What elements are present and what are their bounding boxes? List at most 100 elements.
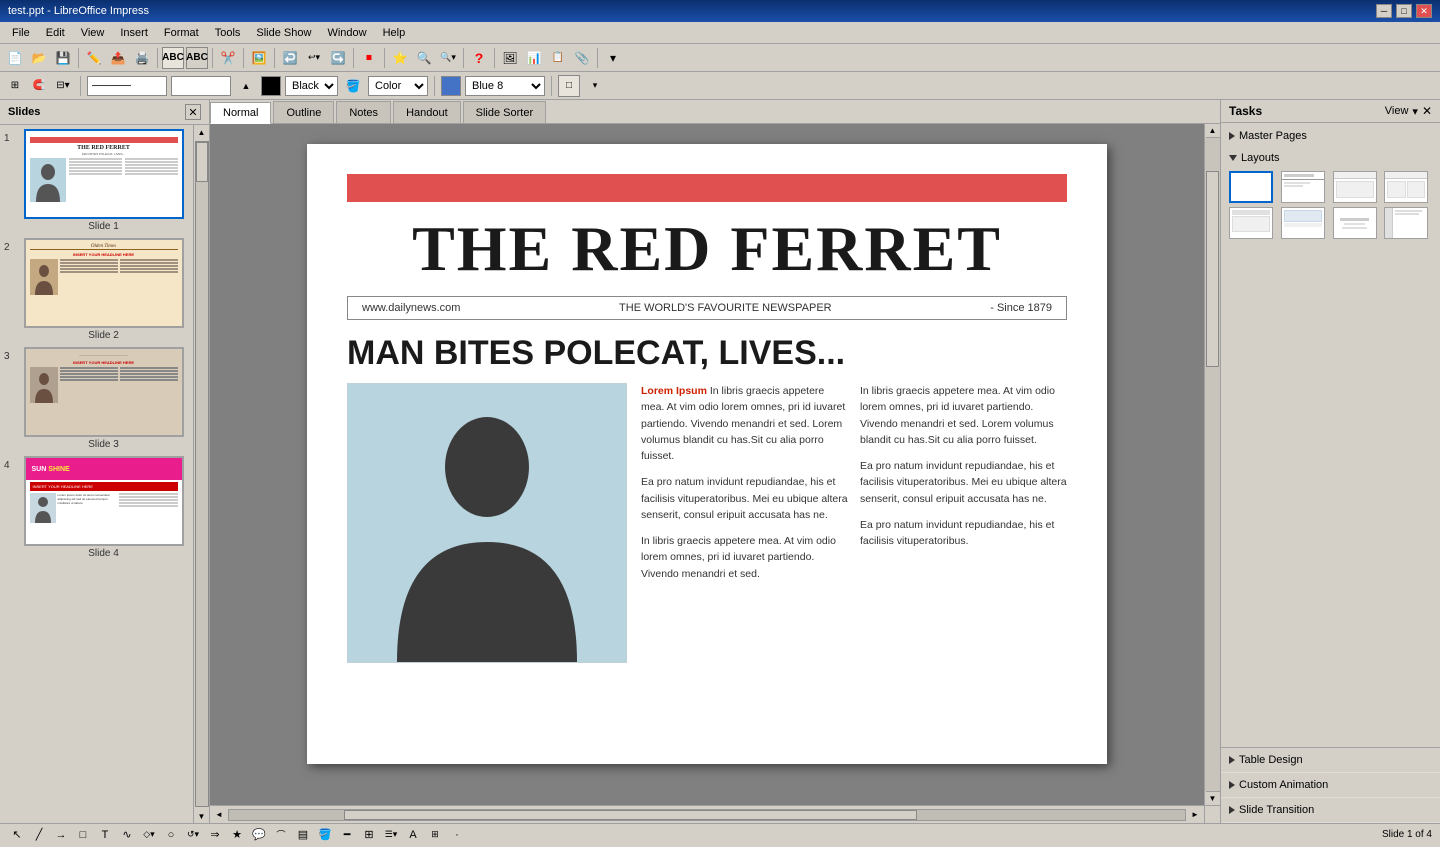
status-star-tool[interactable]: ★	[228, 826, 246, 844]
tb-img1[interactable]: 🖼	[499, 47, 521, 69]
line-style-input[interactable]	[87, 76, 167, 96]
tb-img3[interactable]: 📋	[547, 47, 569, 69]
status-flow-tool[interactable]: ↺▾	[184, 826, 202, 844]
tb-open[interactable]: 📂	[28, 47, 50, 69]
tb-insert-img[interactable]: 🖼️	[248, 47, 270, 69]
slides-panel-close[interactable]: ✕	[185, 104, 201, 120]
tab-handout[interactable]: Handout	[393, 101, 461, 123]
layout-centered-text[interactable]	[1333, 207, 1377, 239]
tb-undo[interactable]: ↩️	[279, 47, 301, 69]
tb-cut[interactable]: ✂️	[217, 47, 239, 69]
menu-view[interactable]: View	[73, 25, 113, 41]
status-curve-tool[interactable]: ∿	[118, 826, 136, 844]
status-shapes-tool[interactable]: ◇▾	[140, 826, 158, 844]
hscroll-thumb[interactable]	[344, 810, 918, 820]
scroll-up-btn[interactable]: ▲	[195, 125, 209, 139]
tb-search[interactable]: 🔍	[413, 47, 435, 69]
status-points[interactable]: ·	[448, 826, 466, 844]
menu-edit[interactable]: Edit	[38, 25, 73, 41]
tb-undo2[interactable]: ↩▾	[303, 47, 325, 69]
layout-two-col[interactable]	[1384, 171, 1428, 203]
status-block-arrow[interactable]: ⇒	[206, 826, 224, 844]
tb-img2[interactable]: 📊	[523, 47, 545, 69]
status-text-tool[interactable]: T	[96, 826, 114, 844]
status-connector-tool[interactable]: ⌒	[272, 826, 290, 844]
status-insert-table[interactable]: ⊞	[426, 826, 444, 844]
tab-slide-sorter[interactable]: Slide Sorter	[463, 101, 546, 123]
status-callout-tool[interactable]: 💬	[250, 826, 268, 844]
tb-new[interactable]: 📄	[4, 47, 26, 69]
vscroll-up[interactable]: ▲	[1206, 124, 1220, 138]
tasks-close-btn[interactable]: ✕	[1422, 104, 1432, 118]
menu-tools[interactable]: Tools	[207, 25, 249, 41]
layout-vertical-title[interactable]	[1384, 207, 1428, 239]
measurement-up[interactable]: ▲	[235, 75, 257, 97]
scroll-down-btn[interactable]: ▼	[195, 809, 209, 823]
status-fill-tool[interactable]: 🪣	[316, 826, 334, 844]
tb-redo[interactable]: ↪️	[327, 47, 349, 69]
snap-btn3[interactable]: ⊟▾	[52, 75, 74, 97]
status-ellipse-tool[interactable]: ○	[162, 826, 180, 844]
snap-btn2[interactable]: 🧲	[28, 75, 50, 97]
layout-img-caption[interactable]	[1281, 207, 1325, 239]
slide-transition-item[interactable]: Slide Transition	[1221, 798, 1440, 823]
shadow-dropdown[interactable]: ▾	[584, 75, 606, 97]
shadow-btn[interactable]: □	[558, 75, 580, 97]
hscroll-right[interactable]: ►	[1188, 808, 1202, 822]
custom-animation-item[interactable]: Custom Animation	[1221, 773, 1440, 798]
menu-format[interactable]: Format	[156, 25, 207, 41]
tb-print[interactable]: 🖨️	[131, 47, 153, 69]
layout-blank[interactable]	[1229, 171, 1273, 203]
menu-help[interactable]: Help	[375, 25, 414, 41]
snap-btn[interactable]: ⊞	[4, 75, 26, 97]
vscroll-down[interactable]: ▼	[1206, 791, 1220, 805]
status-rect-tool[interactable]: □	[74, 826, 92, 844]
status-fontwork[interactable]: A	[404, 826, 422, 844]
layouts-header[interactable]: Layouts	[1225, 149, 1436, 167]
menu-file[interactable]: File	[4, 25, 38, 41]
tb-save[interactable]: 💾	[52, 47, 74, 69]
close-button[interactable]: ✕	[1416, 4, 1432, 18]
tb-edit[interactable]: ✏️	[83, 47, 105, 69]
vscroll-thumb[interactable]	[1206, 171, 1219, 367]
layout-title-body[interactable]	[1229, 207, 1273, 239]
layout-title-top[interactable]	[1281, 171, 1325, 203]
tb-star[interactable]: ⭐	[389, 47, 411, 69]
color-type-select[interactable]: Color	[368, 76, 428, 96]
slides-scrollbar[interactable]: ▲ ▼	[193, 125, 209, 823]
tb-more[interactable]: ▾	[602, 47, 624, 69]
tb-spell[interactable]: ABC	[162, 47, 184, 69]
tb-search2[interactable]: 🔍▾	[437, 47, 459, 69]
tb-export[interactable]: 📤	[107, 47, 129, 69]
slides-list[interactable]: 1 THE RED FERRET MAN BITES POLECAT, LIVE…	[0, 125, 193, 823]
tab-notes[interactable]: Notes	[336, 101, 391, 123]
tab-outline[interactable]: Outline	[273, 101, 334, 123]
table-design-item[interactable]: Table Design	[1221, 748, 1440, 773]
tab-normal[interactable]: Normal	[210, 102, 271, 124]
tasks-view-dropdown[interactable]: ▾	[1412, 105, 1418, 118]
slide-thumb-1[interactable]: THE RED FERRET MAN BITES POLECAT, LIVES.…	[24, 129, 184, 219]
status-arrow-tool[interactable]: ↖	[8, 826, 26, 844]
color-picker-btn[interactable]: 🪣	[342, 75, 364, 97]
color-name-select[interactable]: Black	[285, 76, 338, 96]
color-scheme-select[interactable]: Blue 8	[465, 76, 545, 96]
status-line-tool[interactable]: ╱	[30, 826, 48, 844]
menu-slideshow[interactable]: Slide Show	[248, 25, 319, 41]
layout-content[interactable]	[1333, 171, 1377, 203]
measurement-input[interactable]: 0.00cm	[171, 76, 231, 96]
status-arrow2-tool[interactable]: →	[52, 826, 70, 844]
status-shadow-tool[interactable]: ▤	[294, 826, 312, 844]
status-align-tool[interactable]: ☰▾	[382, 826, 400, 844]
slide-thumb-2[interactable]: Olden Times INSERT YOUR HEADLINE HERE	[24, 238, 184, 328]
menu-insert[interactable]: Insert	[112, 25, 156, 41]
status-basic-shapes[interactable]: ⊞	[360, 826, 378, 844]
master-pages-header[interactable]: Master Pages	[1225, 127, 1436, 145]
slide-thumb-4[interactable]: SUN SHINE INSERT YOUR HEADLINE HERE	[24, 456, 184, 546]
tb-img4[interactable]: 📎	[571, 47, 593, 69]
status-line-style[interactable]: ━	[338, 826, 356, 844]
scroll-thumb[interactable]	[196, 142, 208, 182]
tb-help[interactable]: ?	[468, 47, 490, 69]
maximize-button[interactable]: □	[1396, 4, 1412, 18]
slide-thumb-3[interactable]: ───────────────── INSERT YOUR HEADLINE H…	[24, 347, 184, 437]
menu-window[interactable]: Window	[319, 25, 374, 41]
